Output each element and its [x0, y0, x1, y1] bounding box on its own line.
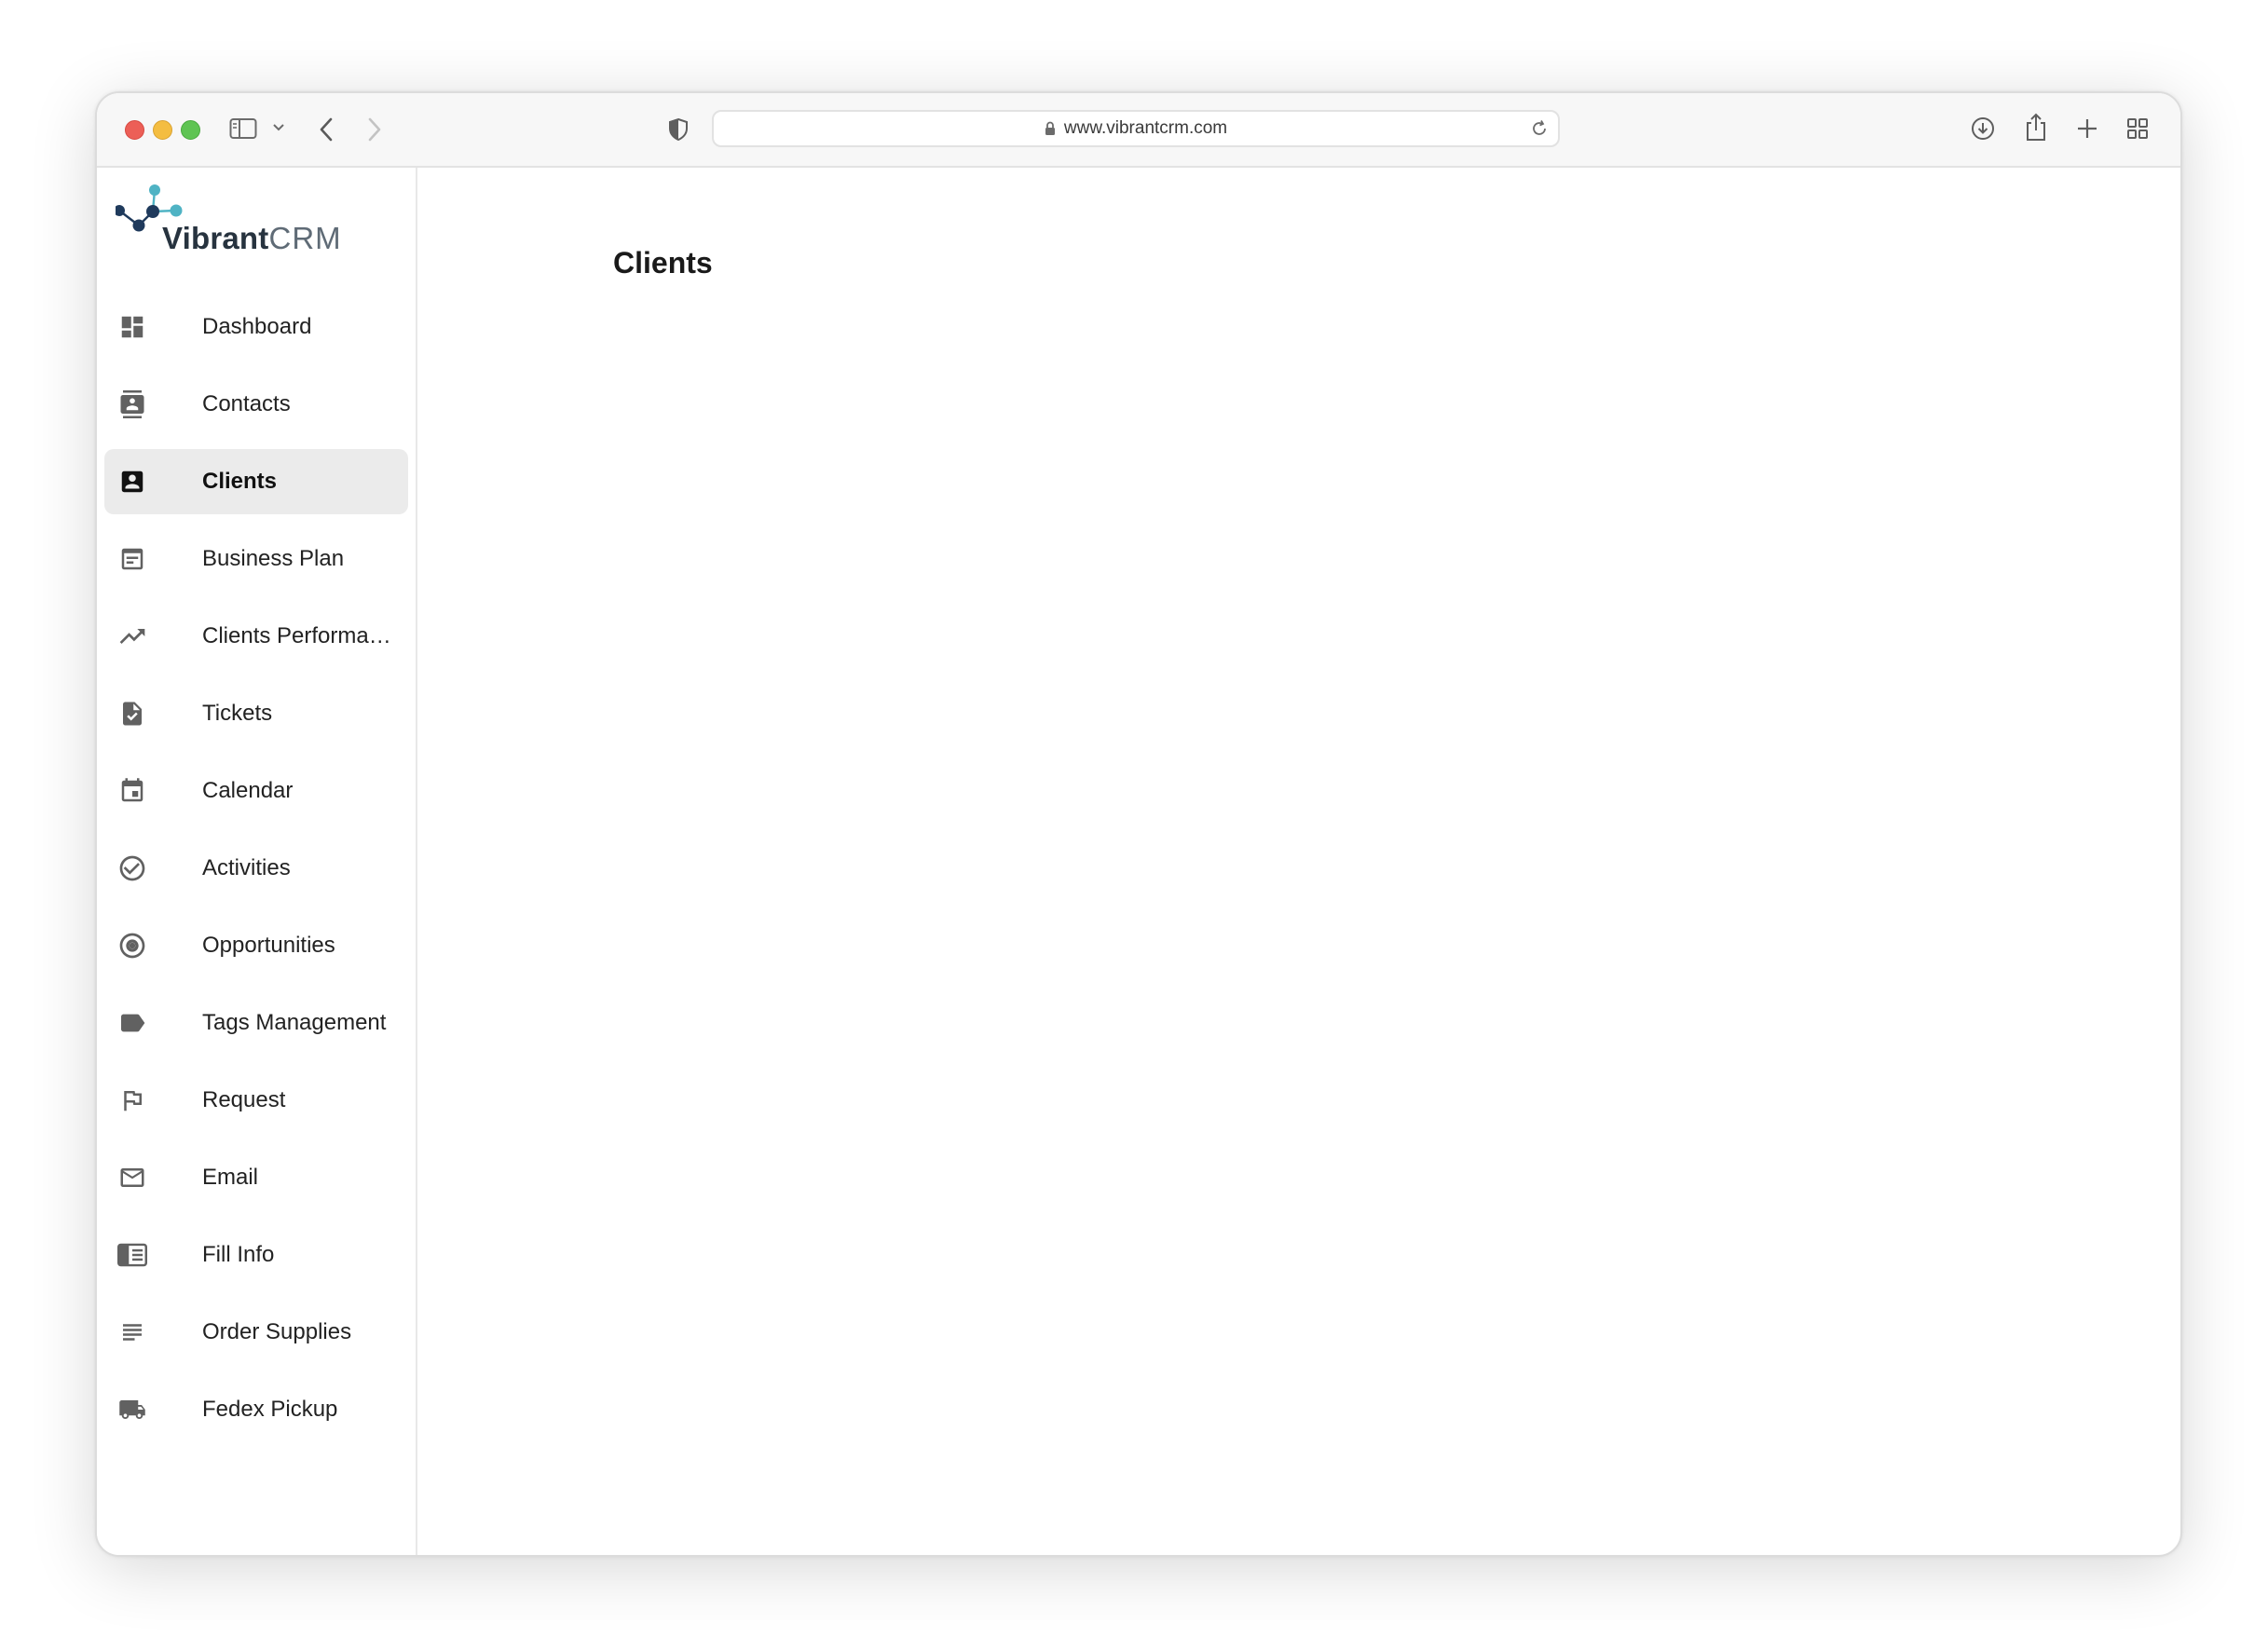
- radio-button-icon: [117, 931, 147, 961]
- sidebar-item-label: Contacts: [202, 391, 291, 416]
- sidebar-item-label: Email: [202, 1165, 259, 1190]
- back-arrow-icon[interactable]: [319, 117, 334, 142]
- page-title: Clients: [613, 246, 713, 280]
- privacy-shield-icon[interactable]: [667, 117, 690, 142]
- mail-icon: [117, 1163, 147, 1193]
- reload-icon[interactable]: [1530, 119, 1549, 143]
- sidebar-item-label: Tags Management: [202, 1010, 387, 1035]
- logo-brand-text: Vibrant: [162, 221, 269, 255]
- flag-icon: [117, 1085, 147, 1115]
- clients-icon: [117, 467, 147, 497]
- main-content: Clients: [417, 168, 2180, 1555]
- check-circle-icon: [117, 853, 147, 883]
- lock-icon: [1045, 121, 1056, 136]
- form-icon: [117, 1240, 147, 1270]
- share-icon[interactable]: [2024, 112, 2048, 142]
- sidebar-item-label: Fedex Pickup: [202, 1397, 338, 1422]
- sidebar-item-calendar[interactable]: Calendar: [104, 758, 408, 824]
- dashboard-icon: [117, 312, 147, 342]
- sidebar-item-label: Opportunities: [202, 933, 335, 958]
- sidebar-item-dashboard[interactable]: Dashboard: [104, 294, 408, 360]
- sidebar-item-label: Fill Info: [202, 1242, 275, 1267]
- browser-toolbar: www.vibrantcrm.com: [97, 93, 2180, 168]
- sidebar-item-label: Order Supplies: [202, 1319, 352, 1344]
- sidebar-nav: Dashboard Contacts Clients Business Plan: [97, 294, 416, 1454]
- calendar-icon: [117, 776, 147, 806]
- sidebar-item-opportunities[interactable]: Opportunities: [104, 913, 408, 978]
- sidebar-item-tags-management[interactable]: Tags Management: [104, 990, 408, 1056]
- sidebar-item-business-plan[interactable]: Business Plan: [104, 526, 408, 592]
- forward-arrow-icon[interactable]: [367, 117, 382, 142]
- sidebar-item-label: Dashboard: [202, 314, 312, 339]
- address-bar[interactable]: www.vibrantcrm.com: [712, 110, 1560, 147]
- sidebar-item-activities[interactable]: Activities: [104, 836, 408, 901]
- new-tab-plus-icon[interactable]: [2076, 117, 2098, 140]
- sidebar-item-label: Clients Performance: [202, 623, 403, 648]
- sidebar-item-fedex-pickup[interactable]: Fedex Pickup: [104, 1377, 408, 1442]
- chevron-down-icon[interactable]: [272, 123, 285, 132]
- tag-icon: [117, 1008, 147, 1038]
- downloads-icon[interactable]: [1970, 116, 1996, 142]
- contacts-icon: [117, 389, 147, 419]
- sidebar-item-email[interactable]: Email: [104, 1145, 408, 1210]
- url-text: www.vibrantcrm.com: [1063, 118, 1228, 138]
- sidebar-item-label: Calendar: [202, 778, 294, 803]
- trending-up-icon: [117, 621, 147, 651]
- sidebar-item-label: Business Plan: [202, 546, 345, 571]
- lines-icon: [117, 1317, 147, 1347]
- sidebar-item-label: Activities: [202, 855, 291, 880]
- sidebar-toggle-icon[interactable]: [229, 117, 257, 140]
- sidebar-item-label: Tickets: [202, 701, 273, 726]
- sidebar-item-label: Clients: [202, 469, 278, 494]
- sidebar-item-label: Request: [202, 1087, 286, 1112]
- ticket-icon: [117, 699, 147, 729]
- browser-window: www.vibrantcrm.com VibrantCRM Dashboard …: [95, 91, 2182, 1557]
- sidebar-item-request[interactable]: Request: [104, 1068, 408, 1133]
- business-plan-icon: [117, 544, 147, 574]
- sidebar: VibrantCRM Dashboard Contacts Clients Bu…: [97, 168, 417, 1555]
- sidebar-item-order-supplies[interactable]: Order Supplies: [104, 1300, 408, 1365]
- sidebar-item-contacts[interactable]: Contacts: [104, 372, 408, 437]
- zoom-window-button[interactable]: [181, 120, 200, 140]
- sidebar-item-fill-info[interactable]: Fill Info: [104, 1222, 408, 1288]
- close-window-button[interactable]: [125, 120, 144, 140]
- sidebar-item-tickets[interactable]: Tickets: [104, 681, 408, 746]
- tab-overview-icon[interactable]: [2126, 117, 2149, 140]
- sidebar-item-clients[interactable]: Clients: [104, 449, 408, 514]
- minimize-window-button[interactable]: [153, 120, 172, 140]
- vibrantcrm-logo[interactable]: VibrantCRM: [116, 182, 348, 256]
- logo-suffix-text: CRM: [268, 221, 342, 255]
- truck-icon: [117, 1395, 147, 1425]
- sidebar-item-clients-performance[interactable]: Clients Performance: [104, 604, 408, 669]
